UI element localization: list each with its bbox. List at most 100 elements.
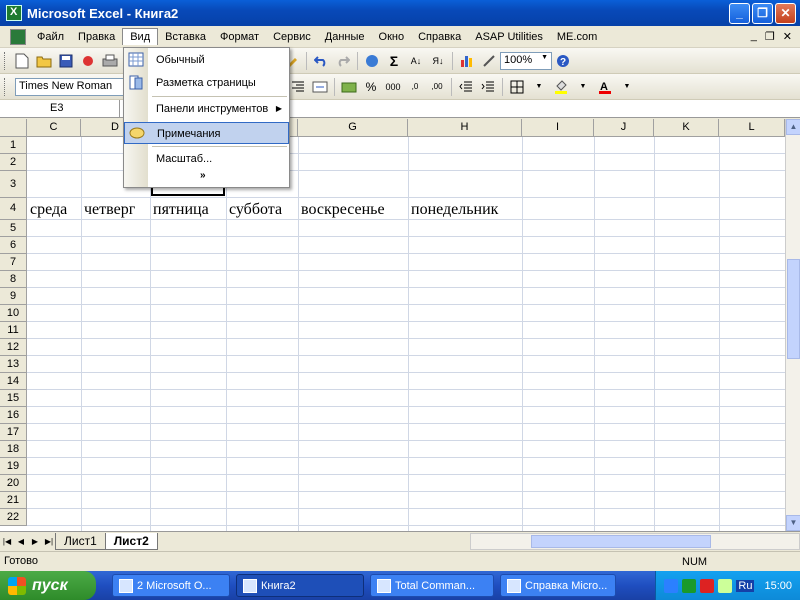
row-header[interactable]: 19 bbox=[0, 458, 27, 475]
row-header[interactable]: 20 bbox=[0, 475, 27, 492]
start-button[interactable]: пуск bbox=[0, 571, 96, 600]
row-header[interactable]: 7 bbox=[0, 254, 27, 271]
row-header[interactable]: 13 bbox=[0, 356, 27, 373]
prev-sheet-icon[interactable]: ◀ bbox=[14, 537, 28, 546]
doc-minimize-button[interactable]: _ bbox=[751, 30, 757, 43]
network-icon[interactable] bbox=[664, 578, 679, 593]
menu-insert[interactable]: Вставка bbox=[158, 29, 213, 45]
sort-ascending-icon[interactable]: А↓ bbox=[407, 52, 425, 70]
row-header[interactable]: 15 bbox=[0, 390, 27, 407]
expand-menu-icon[interactable]: » bbox=[200, 170, 206, 181]
row-header[interactable]: 2 bbox=[0, 154, 27, 171]
save-icon[interactable] bbox=[57, 52, 75, 70]
antivirus-icon[interactable] bbox=[700, 578, 715, 593]
menu-view[interactable]: Вид bbox=[122, 28, 159, 45]
decrease-decimal-icon[interactable]: ,00 bbox=[428, 78, 446, 96]
spreadsheet-grid[interactable]: C D E F G H I J K L 1 2 3 4 5 6 7 8 9 10… bbox=[0, 119, 785, 531]
menu-format[interactable]: Формат bbox=[213, 29, 266, 45]
column-header[interactable]: I bbox=[522, 119, 594, 137]
cell-c4[interactable]: среда bbox=[27, 200, 67, 219]
menu-edit[interactable]: Правка bbox=[71, 29, 122, 45]
chart-wizard-icon[interactable] bbox=[458, 52, 476, 70]
row-header[interactable]: 14 bbox=[0, 373, 27, 390]
toolbar-grip[interactable] bbox=[4, 77, 7, 96]
redo-icon[interactable] bbox=[334, 52, 352, 70]
row-header[interactable]: 4 bbox=[0, 198, 27, 220]
media-icon[interactable] bbox=[682, 578, 697, 593]
currency-icon[interactable] bbox=[340, 78, 358, 96]
vertical-scrollbar[interactable]: ▲ ▼ bbox=[785, 119, 800, 531]
taskbar-excel[interactable]: Книга2 bbox=[236, 574, 364, 597]
restore-button[interactable]: ❐ bbox=[752, 2, 773, 24]
sheet-tab-1[interactable]: Лист1 bbox=[55, 533, 106, 550]
column-header[interactable]: H bbox=[408, 119, 522, 137]
open-folder-icon[interactable] bbox=[35, 52, 53, 70]
scroll-down-icon[interactable]: ▼ bbox=[786, 515, 800, 531]
percent-icon[interactable]: % bbox=[362, 78, 380, 96]
column-header[interactable]: C bbox=[27, 119, 81, 137]
increase-decimal-icon[interactable]: ,0 bbox=[406, 78, 424, 96]
menu-item-page-layout[interactable]: Разметка страницы bbox=[124, 72, 289, 94]
workbook-icon[interactable] bbox=[10, 28, 26, 45]
thousands-separator-icon[interactable]: 000 bbox=[384, 78, 402, 96]
taskbar-help[interactable]: Справка Micro... bbox=[500, 574, 616, 597]
horizontal-scrollbar[interactable] bbox=[470, 533, 800, 550]
decrease-indent-icon[interactable] bbox=[457, 78, 475, 96]
undo-icon[interactable] bbox=[312, 52, 330, 70]
cell-d4[interactable]: четверг bbox=[81, 200, 135, 219]
row-header[interactable]: 11 bbox=[0, 322, 27, 339]
row-header[interactable]: 5 bbox=[0, 220, 27, 237]
row-header[interactable]: 12 bbox=[0, 339, 27, 356]
scroll-up-icon[interactable]: ▲ bbox=[786, 119, 800, 135]
dropdown-arrow-icon[interactable]: ▼ bbox=[530, 78, 548, 96]
new-document-icon[interactable] bbox=[13, 52, 31, 70]
menu-item-toolbars[interactable]: Панели инструментов ▶ bbox=[124, 98, 289, 120]
row-header[interactable]: 3 bbox=[0, 171, 27, 198]
row-header[interactable]: 10 bbox=[0, 305, 27, 322]
taskbar-total-commander[interactable]: Total Comman... bbox=[370, 574, 494, 597]
scroll-thumb[interactable] bbox=[531, 535, 711, 548]
hyperlink-icon[interactable] bbox=[363, 52, 381, 70]
last-sheet-icon[interactable]: ▶| bbox=[42, 537, 56, 546]
font-name-select[interactable]: Times New Roman bbox=[15, 77, 125, 96]
doc-restore-button[interactable]: ❐ bbox=[765, 30, 775, 43]
name-box[interactable]: E3 bbox=[0, 100, 120, 118]
cell-g4[interactable]: воскресенье bbox=[298, 200, 385, 219]
minimize-button[interactable]: _ bbox=[729, 2, 750, 24]
menu-window[interactable]: Окно bbox=[372, 29, 412, 45]
select-all-corner[interactable] bbox=[0, 119, 27, 137]
help-icon[interactable]: ? bbox=[554, 52, 572, 70]
cell-e4[interactable]: пятница bbox=[150, 200, 209, 219]
borders-icon[interactable] bbox=[508, 78, 526, 96]
row-header[interactable]: 21 bbox=[0, 492, 27, 509]
row-header[interactable]: 8 bbox=[0, 271, 27, 288]
close-button[interactable]: ✕ bbox=[775, 2, 796, 24]
font-color-icon[interactable]: A bbox=[596, 78, 614, 96]
fill-color-icon[interactable] bbox=[552, 78, 570, 96]
excel-app-icon[interactable] bbox=[6, 5, 22, 21]
row-header[interactable]: 9 bbox=[0, 288, 27, 305]
toolbar-grip[interactable] bbox=[4, 51, 7, 70]
column-header[interactable]: K bbox=[654, 119, 719, 137]
volume-icon[interactable] bbox=[718, 578, 733, 593]
taskbar-word[interactable]: 2 Microsoft O... bbox=[112, 574, 230, 597]
menu-tools[interactable]: Сервис bbox=[266, 29, 318, 45]
menu-me-com[interactable]: ME.com bbox=[550, 29, 604, 45]
permission-icon[interactable] bbox=[79, 52, 97, 70]
zoom-select[interactable]: 100% ▼ bbox=[500, 51, 552, 70]
menu-data[interactable]: Данные bbox=[318, 29, 372, 45]
column-header[interactable]: G bbox=[298, 119, 408, 137]
menu-item-zoom[interactable]: Масштаб... bbox=[124, 148, 289, 170]
dropdown-arrow-icon[interactable]: ▼ bbox=[618, 78, 636, 96]
doc-close-button[interactable]: ✕ bbox=[783, 30, 792, 43]
scroll-thumb[interactable] bbox=[787, 259, 800, 359]
first-sheet-icon[interactable]: |◀ bbox=[0, 537, 14, 546]
row-header[interactable]: 17 bbox=[0, 424, 27, 441]
column-header[interactable]: J bbox=[594, 119, 654, 137]
cell-h4[interactable]: понедельник bbox=[408, 200, 498, 219]
cell-f4[interactable]: суббота bbox=[226, 200, 282, 219]
align-right-icon[interactable] bbox=[289, 78, 307, 96]
print-icon[interactable] bbox=[101, 52, 119, 70]
row-header[interactable]: 16 bbox=[0, 407, 27, 424]
next-sheet-icon[interactable]: ▶ bbox=[28, 537, 42, 546]
